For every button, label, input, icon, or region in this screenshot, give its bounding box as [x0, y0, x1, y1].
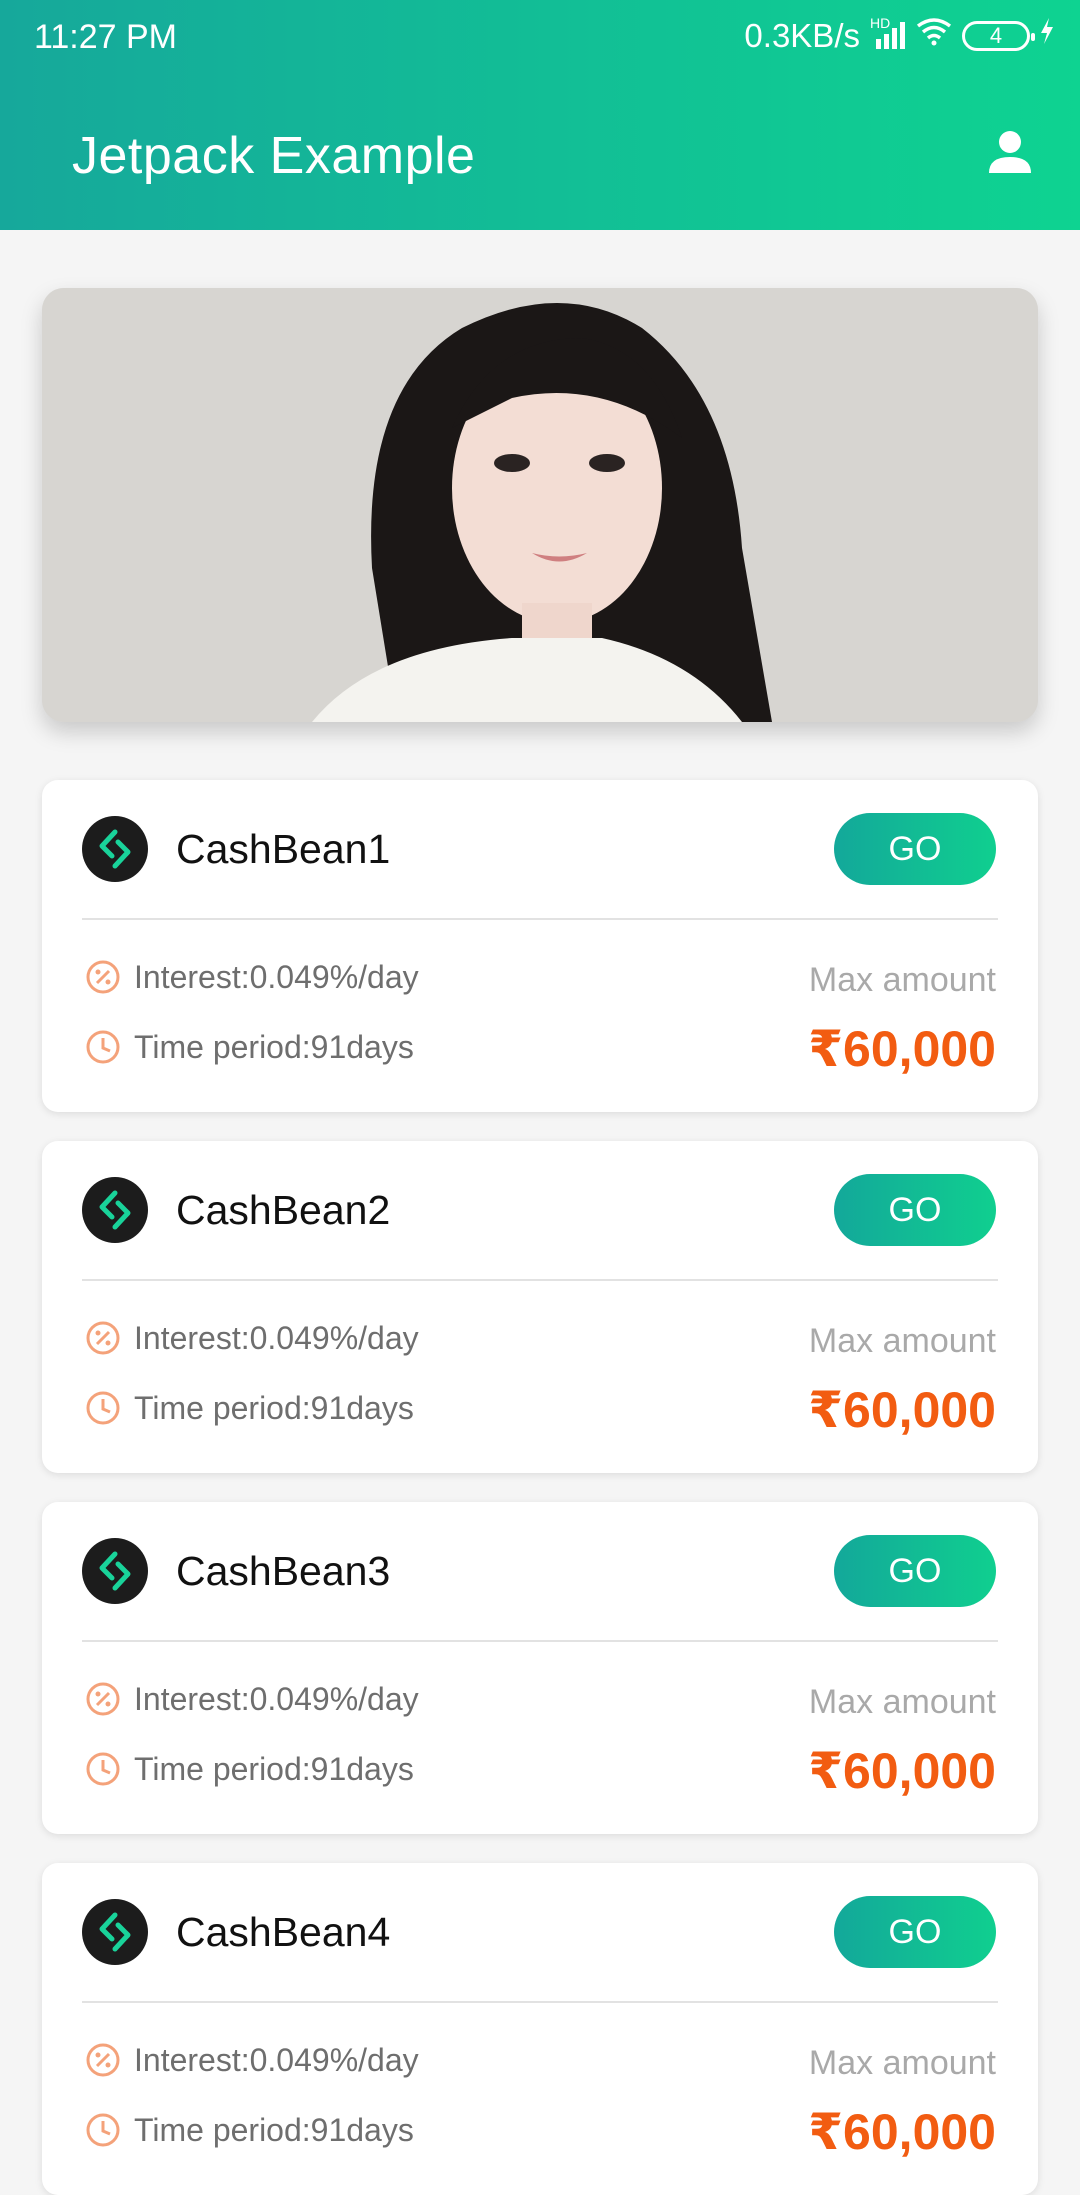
card-title: CashBean4 [176, 1909, 391, 1955]
charging-icon [1038, 16, 1056, 55]
cashbean-logo-icon [82, 816, 148, 882]
card-header: CashBean4 GO [42, 1863, 1038, 2001]
interest-row: Interest:0.049%/day [84, 1680, 419, 1718]
interest-row: Interest:0.049%/day [84, 958, 419, 996]
max-amount-label: Max amount [808, 1683, 996, 1721]
percent-icon [84, 958, 122, 996]
interest-text: Interest:0.049%/day [134, 1680, 419, 1717]
clock-icon [84, 1750, 122, 1788]
card-title: CashBean3 [176, 1548, 391, 1594]
status-indicators: 0.3KB/s HD 4 [744, 15, 1056, 55]
interest-row: Interest:0.049%/day [84, 1319, 419, 1357]
go-button[interactable]: GO [834, 1535, 996, 1607]
network-speed: 0.3KB/s [744, 16, 860, 54]
period-row: Time period:91days [84, 1028, 414, 1066]
max-amount-value: ₹60,000 [808, 1743, 996, 1799]
period-text: Time period:91days [134, 1028, 414, 1065]
divider [82, 2001, 998, 2003]
max-amount-value: ₹60,000 [808, 1382, 996, 1438]
banner-image[interactable] [42, 288, 1038, 722]
card-title: CashBean2 [176, 1187, 391, 1233]
max-amount-label: Max amount [808, 2044, 996, 2082]
go-button[interactable]: GO [834, 813, 996, 885]
max-amount-label: Max amount [808, 1322, 996, 1360]
app-title: Jetpack Example [72, 127, 476, 185]
signal-icon: HD [870, 15, 906, 51]
period-text: Time period:91days [134, 1389, 414, 1426]
percent-icon [84, 2041, 122, 2079]
status-icons: HD 4 [870, 15, 1056, 55]
clock-icon [84, 1028, 122, 1066]
period-text: Time period:91days [134, 1750, 414, 1787]
card-header: CashBean1 GO [42, 780, 1038, 918]
divider [82, 1640, 998, 1642]
battery-level: 4 [989, 22, 1003, 48]
go-button[interactable]: GO [834, 1174, 996, 1246]
loan-card[interactable]: CashBean1 GO Interest:0.049%/day Time pe… [42, 780, 1038, 1112]
card-header: CashBean2 GO [42, 1141, 1038, 1279]
period-text: Time period:91days [134, 2111, 414, 2148]
card-header: CashBean3 GO [42, 1502, 1038, 1640]
interest-row: Interest:0.049%/day [84, 2041, 419, 2079]
percent-icon [84, 1680, 122, 1718]
max-amount-label: Max amount [808, 961, 996, 999]
app-bar: 11:27 PM 0.3KB/s HD 4 Jetpack Example [0, 0, 1080, 230]
period-row: Time period:91days [84, 1389, 414, 1427]
go-button[interactable]: GO [834, 1896, 996, 1968]
network-badge: HD [870, 14, 891, 31]
portrait-photo [42, 288, 1038, 722]
period-row: Time period:91days [84, 1750, 414, 1788]
max-amount-value: ₹60,000 [808, 1021, 996, 1077]
percent-icon [84, 1319, 122, 1357]
cashbean-logo-icon [82, 1538, 148, 1604]
profile-button[interactable] [978, 120, 1042, 184]
loan-card[interactable]: CashBean3 GO Interest:0.049%/day Time pe… [42, 1502, 1038, 1834]
clock-icon [84, 1389, 122, 1427]
clock-icon [84, 2111, 122, 2149]
person-icon [989, 131, 1031, 173]
card-title: CashBean1 [176, 826, 391, 872]
interest-text: Interest:0.049%/day [134, 958, 419, 995]
divider [82, 1279, 998, 1281]
battery-icon: 4 [962, 20, 1035, 51]
loan-card[interactable]: CashBean2 GO Interest:0.049%/day Time pe… [42, 1141, 1038, 1473]
interest-text: Interest:0.049%/day [134, 2041, 419, 2078]
interest-text: Interest:0.049%/day [134, 1319, 419, 1356]
loan-card[interactable]: CashBean4 GO Interest:0.049%/day Time pe… [42, 1863, 1038, 2195]
status-time: 11:27 PM [34, 18, 178, 56]
period-row: Time period:91days [84, 2111, 414, 2149]
max-amount-value: ₹60,000 [808, 2104, 996, 2160]
wifi-icon [914, 16, 954, 55]
cashbean-logo-icon [82, 1899, 148, 1965]
divider [82, 918, 998, 920]
status-bar: 11:27 PM 0.3KB/s HD 4 [0, 0, 1080, 76]
cashbean-logo-icon [82, 1177, 148, 1243]
